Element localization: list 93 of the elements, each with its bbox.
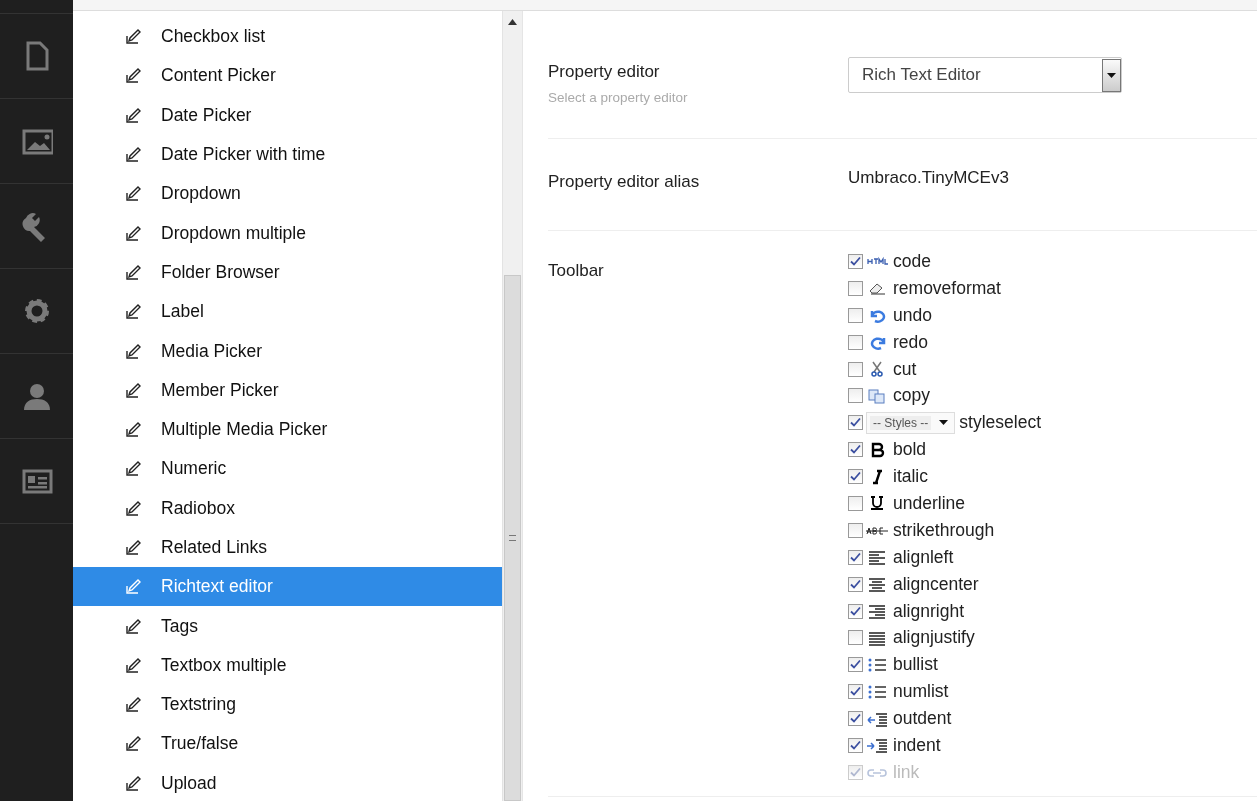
tree-item[interactable]: Checkbox list xyxy=(73,17,502,57)
tree-item[interactable]: Textbox multiple xyxy=(73,645,502,686)
edit-icon xyxy=(126,304,143,320)
checkbox-label: alignright xyxy=(893,600,965,622)
checkbox-label: numlist xyxy=(893,681,949,703)
edit-icon xyxy=(126,422,143,438)
tree-item[interactable]: Numeric xyxy=(73,449,502,489)
edit-icon xyxy=(126,461,143,477)
checkbox[interactable] xyxy=(848,657,863,673)
checkbox-label: cut xyxy=(893,358,917,380)
checkbox[interactable] xyxy=(848,522,863,538)
tree-item[interactable]: Tags xyxy=(73,606,502,646)
checkbox[interactable] xyxy=(848,469,863,485)
edit-icon xyxy=(126,68,143,84)
checkbox-label: styleselect xyxy=(959,412,1042,434)
edit-icon xyxy=(126,579,143,595)
checkbox-label: indent xyxy=(893,734,941,756)
scrollbar-thumb[interactable] xyxy=(504,275,521,801)
tree-item[interactable]: Date Picker with time xyxy=(73,134,502,175)
checkbox[interactable] xyxy=(848,334,863,350)
checkbox-label: undo xyxy=(893,304,932,326)
checkbox[interactable] xyxy=(848,307,863,323)
edit-icon xyxy=(126,107,143,123)
checkbox[interactable] xyxy=(848,549,863,565)
checkbox-label: removeformat xyxy=(893,277,1001,299)
checkbox-label: code xyxy=(893,250,931,272)
tree-item[interactable]: Dropdown multiple xyxy=(73,213,502,253)
tree-item[interactable]: Member Picker xyxy=(73,370,502,410)
checkbox-label: alignleft xyxy=(893,546,954,568)
checkbox-label: outdent xyxy=(893,708,952,730)
tree-item[interactable]: Upload xyxy=(73,763,502,801)
tree-item[interactable]: Dropdown xyxy=(73,174,502,214)
field-label: Property editor xyxy=(548,62,661,82)
checkbox-label: strikethrough xyxy=(893,519,995,541)
tree-item[interactable]: Media Picker xyxy=(73,331,502,371)
indent-icon xyxy=(866,737,890,754)
checkbox[interactable] xyxy=(848,737,863,753)
checkbox[interactable] xyxy=(848,603,863,619)
tree-item[interactable]: Textstring xyxy=(73,685,502,725)
edit-icon xyxy=(126,343,143,359)
edit-icon xyxy=(126,618,143,634)
checkbox-label: bold xyxy=(893,439,927,461)
outdent-icon xyxy=(866,710,890,727)
checkbox-label: redo xyxy=(893,331,929,353)
tree-item[interactable]: Multiple Media Picker xyxy=(73,409,502,450)
checkbox[interactable] xyxy=(848,576,863,592)
edit-icon xyxy=(126,147,143,163)
edit-icon xyxy=(126,186,143,202)
edit-icon xyxy=(126,697,143,713)
field-label: Property editor alias xyxy=(548,172,701,192)
edit-icon xyxy=(126,29,143,45)
checkbox[interactable] xyxy=(848,361,863,377)
checkbox-label: copy xyxy=(893,385,930,407)
checkbox[interactable] xyxy=(848,684,863,700)
checkbox[interactable] xyxy=(848,442,863,458)
edit-icon xyxy=(126,736,143,752)
checkbox[interactable] xyxy=(848,415,863,431)
edit-icon xyxy=(126,225,143,241)
property-editor-select[interactable]: Rich Text Editor xyxy=(848,57,1122,93)
checkbox-label: italic xyxy=(893,466,928,488)
checkbox-label: underline xyxy=(893,492,965,514)
field-description: Select a property editor xyxy=(548,90,689,105)
tree-item[interactable]: Label xyxy=(73,292,502,332)
edit-icon xyxy=(126,657,143,673)
scroll-up-icon[interactable] xyxy=(508,19,517,25)
alias-value: Umbraco.TinyMCEv3 xyxy=(848,168,1009,189)
checkbox-label: bullist xyxy=(893,654,938,676)
field-label: Toolbar xyxy=(548,261,605,281)
grip-icon xyxy=(509,535,516,541)
edit-icon xyxy=(126,382,143,398)
edit-icon xyxy=(126,540,143,555)
checkbox[interactable] xyxy=(848,711,863,727)
checkbox[interactable] xyxy=(848,253,863,269)
checkbox-label: aligncenter xyxy=(893,573,979,595)
tree-item[interactable]: Folder Browser xyxy=(73,252,502,293)
tree-item[interactable]: Content Picker xyxy=(73,56,502,96)
checkbox-label: alignjustify xyxy=(893,627,975,649)
edit-icon xyxy=(126,775,143,791)
scrollbar[interactable] xyxy=(502,11,522,801)
checkbox[interactable] xyxy=(848,630,863,646)
checkbox-label: link xyxy=(893,761,920,783)
checkbox[interactable] xyxy=(848,388,863,404)
tree-item[interactable]: Radiobox xyxy=(73,488,502,528)
checkbox[interactable] xyxy=(848,280,863,296)
tree-item[interactable]: Related Links xyxy=(73,527,502,568)
caret-icon xyxy=(939,420,949,426)
tree-item[interactable]: Date Picker xyxy=(73,95,502,135)
checkbox[interactable] xyxy=(848,495,863,511)
tree-item[interactable]: Richtext editor xyxy=(73,567,502,607)
tree-item[interactable]: True/false xyxy=(73,724,502,764)
caret-icon xyxy=(1107,72,1116,78)
edit-icon xyxy=(126,264,143,280)
edit-icon xyxy=(126,500,143,516)
